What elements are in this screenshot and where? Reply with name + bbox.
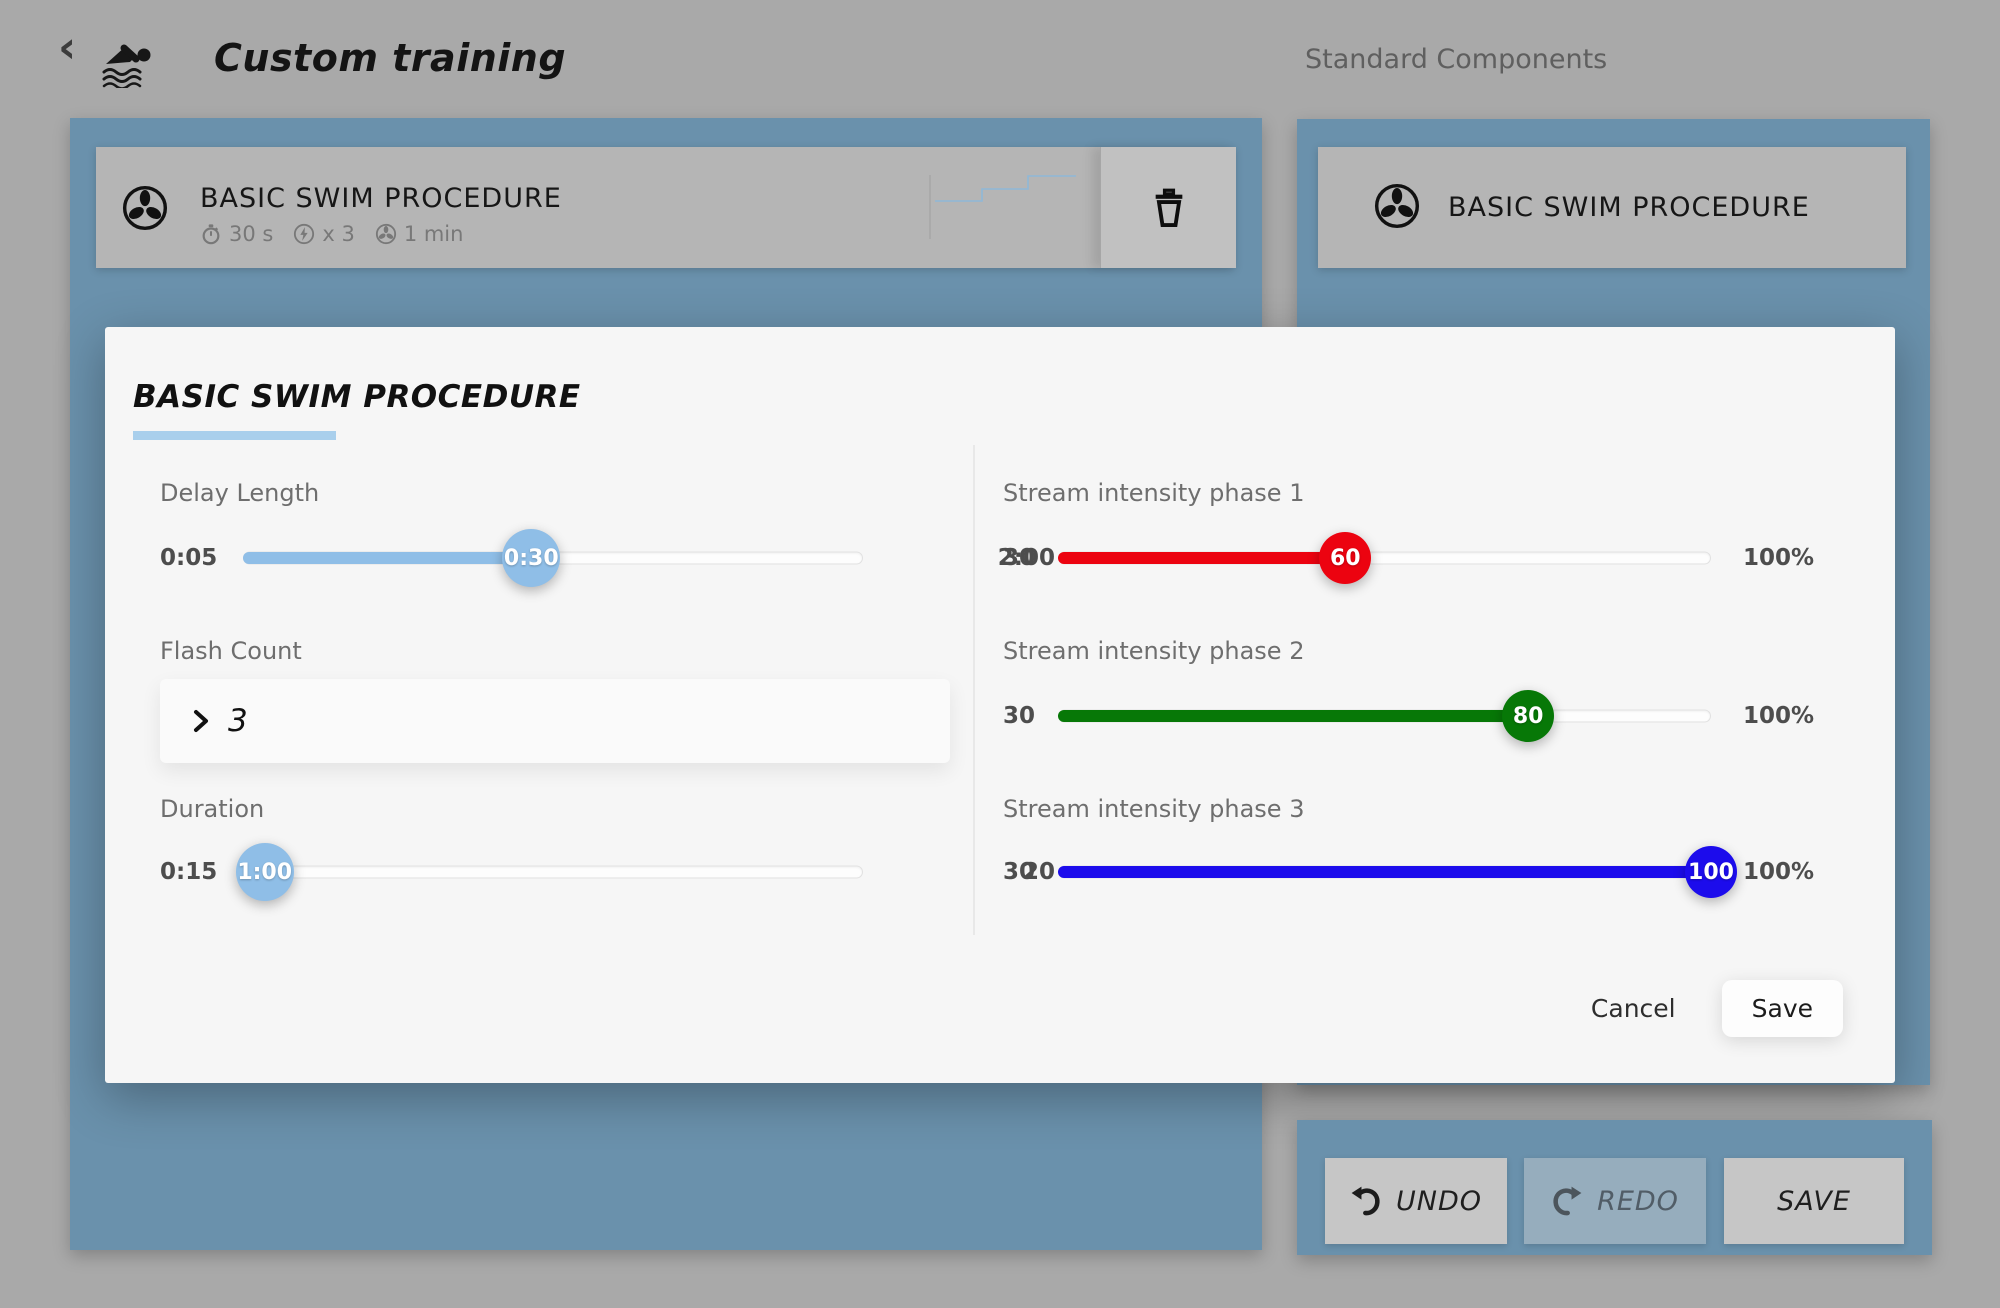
component-settings-dialog: BASIC SWIM PROCEDURE Delay Length 0:05 0… [105,327,1895,1083]
slider-thumb[interactable]: 80 [1502,690,1554,742]
save-training-button[interactable]: SAVE [1724,1158,1904,1244]
delete-component-button[interactable] [1100,147,1236,268]
component-title: BASIC SWIM PROCEDURE [200,183,562,214]
dialog-title: BASIC SWIM PROCEDURE [133,379,581,415]
page-title: Custom training [214,36,566,80]
standard-components-heading: Standard Components [1305,44,1607,75]
stopwatch-icon [200,223,222,245]
flash-count-field[interactable]: 3 [160,679,950,763]
phase3-slider: 30 100 100% [1003,841,1853,903]
redo-icon [1551,1185,1583,1217]
fan-icon [122,185,168,235]
duration-slider: 0:15 1:00 20 [160,841,1055,903]
component-stats: 30 s x 3 1 min [200,222,463,246]
custom-training-screen: ‹ Custom training [0,0,2000,1308]
flash-count-value: 3 [228,703,248,739]
phase2-label: Stream intensity phase 2 [1003,637,1304,665]
chevron-right-icon [192,708,210,734]
step-profile-chart [926,147,1101,272]
slider-thumb[interactable]: 60 [1319,532,1371,584]
back-button[interactable]: ‹ [58,26,76,70]
slider-max-label: 2:00 [160,545,1055,571]
trash-icon [1151,188,1187,228]
duration-label: Duration [160,795,264,823]
component-title: BASIC SWIM PROCEDURE [1448,192,1810,223]
save-button[interactable]: Save [1722,980,1843,1037]
slider-track[interactable]: 60 [1058,527,1711,589]
slider-track[interactable]: 80 [1058,685,1711,747]
flash-count-label: Flash Count [160,637,302,665]
undo-icon [1350,1185,1382,1217]
flash-icon [293,223,315,245]
fan-icon [1374,183,1420,233]
slider-track[interactable]: 100 [1058,841,1711,903]
training-component-card[interactable]: BASIC SWIM PROCEDURE 30 s x 3 [96,147,1235,268]
redo-button[interactable]: REDO [1524,1158,1706,1244]
phase1-slider: 30 60 100% [1003,527,1853,589]
fan-icon [375,223,397,245]
delay-length-slider: 0:05 0:30 2:00 [160,527,1055,589]
delay-length-label: Delay Length [160,479,319,507]
slider-thumb[interactable]: 100 [1685,846,1737,898]
undo-button[interactable]: UNDO [1325,1158,1507,1244]
slider-min-label: 30 [1003,703,1035,729]
slider-max-label: 20 [160,859,1055,885]
slider-max-label: 100% [1743,859,1863,885]
phase2-slider: 30 80 100% [1003,685,1853,747]
swimmer-icon [100,38,162,92]
slider-max-label: 100% [1743,703,1863,729]
dialog-actions: Cancel Save [1591,972,1843,1044]
slider-min-label: 30 [1003,859,1035,885]
phase3-label: Stream intensity phase 3 [1003,795,1304,823]
standard-component-item[interactable]: BASIC SWIM PROCEDURE [1318,147,1906,268]
slider-min-label: 30 [1003,545,1035,571]
slider-max-label: 100% [1743,545,1863,571]
cancel-button[interactable]: Cancel [1591,994,1676,1023]
phase1-label: Stream intensity phase 1 [1003,479,1304,507]
title-underline [133,431,336,440]
